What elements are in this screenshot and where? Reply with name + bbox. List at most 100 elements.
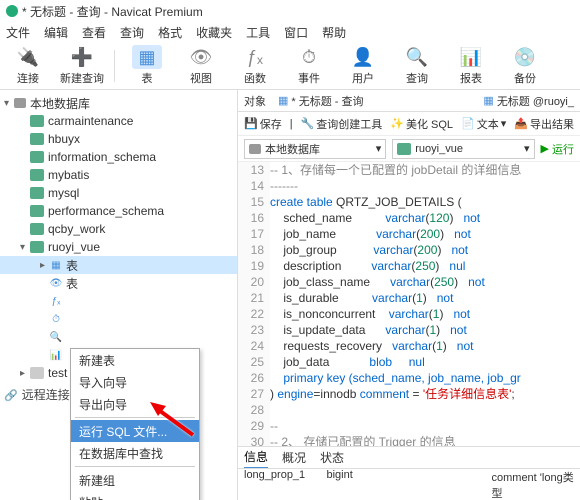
code-area[interactable]: -- 1、存储每一个已配置的 jobDetail 的详细信息 ------- c… [270,162,580,446]
menu-窗口[interactable]: 窗口 [284,24,308,41]
menu-查询[interactable]: 查询 [120,24,144,41]
editor-actions: 💾保存 | 🔧查询创建工具 ✨美化 SQL 📄文本▾ 📤导出结果 [238,112,580,136]
cm-粘贴[interactable]: 粘贴 [71,491,199,500]
cm-新建表[interactable]: 新建表 [71,349,199,371]
db-icon [30,241,44,253]
query-icon: ▦ [483,94,493,107]
export-icon: 📤 [514,117,528,130]
annotation-arrow [148,400,198,443]
cm-导入向导[interactable]: 导入向导 [71,371,199,393]
db-icon [30,223,44,235]
play-icon: ▶ [541,142,549,155]
tree-db-hbuyx[interactable]: hbuyx [0,130,237,148]
btab-概况[interactable]: 概况 [282,449,306,466]
tbl-icon: ▦ [50,259,62,271]
table-icon: ▦ [132,45,162,69]
menu-编辑[interactable]: 编辑 [44,24,68,41]
tree-db-carmaintenance[interactable]: carmaintenance [0,112,237,130]
sparkle-icon: ✨ [390,117,404,130]
link-icon: 🔗 [4,390,18,402]
tab-query-2[interactable]: ▦无标题 @ruoyi_ [483,93,574,109]
connection-selectors: 本地数据库▾ ruoyi_vue▾ ▶运行 [238,136,580,162]
cm-在数据库中查找[interactable]: 在数据库中查找 [71,442,199,464]
bottom-tabs: 信息概况状态 [238,446,580,468]
builder-icon: 🔧 [301,117,315,130]
clock-icon: ⏱ [297,45,321,69]
db-icon [30,187,44,199]
toolbar-备份[interactable]: 💿备份 [503,45,547,86]
menu-帮助[interactable]: 帮助 [322,24,346,41]
db-icon [30,205,44,217]
tree-child-0[interactable]: ▸▦表 [0,256,237,274]
sidebar: ▾本地数据库carmaintenancehbuyxinformation_sch… [0,90,238,500]
tree-db-ruoyi_vue[interactable]: ▾ruoyi_vue [0,238,237,256]
main-toolbar: 🔌连接➕新建查询 ▦表👁视图ƒₓ函数⏱事件👤用户🔍查询📊报表💿备份 [0,42,580,90]
toolbar-表[interactable]: ▦表 [125,45,169,86]
schema-select[interactable]: ruoyi_vue▾ [392,139,534,159]
content-area: 对象 ▦* 无标题 - 查询 ▦无标题 @ruoyi_ 💾保存 | 🔧查询创建工… [238,90,580,500]
search-icon: 🔍 [405,45,429,69]
beautify-button[interactable]: ✨美化 SQL [390,116,453,132]
menu-格式[interactable]: 格式 [158,24,182,41]
btab-状态[interactable]: 状态 [320,449,344,466]
tree-db-qcby_work[interactable]: qcby_work [0,220,237,238]
db-icon [30,367,44,379]
tree-db-information_schema[interactable]: information_schema [0,148,237,166]
run-button[interactable]: ▶运行 [541,141,574,157]
main-area: ▾本地数据库carmaintenancehbuyxinformation_sch… [0,90,580,500]
toolbar-事件[interactable]: ⏱事件 [287,45,331,86]
rpt-icon: 📊 [50,349,62,361]
toolbar-新建查询[interactable]: ➕新建查询 [60,45,104,86]
result-panel: long_prop_1bigintcomment 'long类型 long_pr… [238,468,580,500]
sql-editor[interactable]: 13 14 15 16 17 18 19 20 21 22 23 24 25 2… [238,162,580,446]
chevron-down-icon: ▾ [376,142,382,155]
toolbar-连接[interactable]: 🔌连接 [6,45,50,86]
tree-child-4[interactable]: 🔍 [0,328,237,346]
tree-db-mysql[interactable]: mysql [0,184,237,202]
menu-查看[interactable]: 查看 [82,24,106,41]
tree-db-performance_schema[interactable]: performance_schema [0,202,237,220]
query-icon: ▦ [278,94,288,107]
plug-icon [249,144,261,154]
menu-文件[interactable]: 文件 [6,24,30,41]
window-title: * 无标题 - 查询 - Navicat Premium [22,3,203,20]
tree-db-mybatis[interactable]: mybatis [0,166,237,184]
chevron-down-icon: ▾ [501,117,507,130]
menu-工具[interactable]: 工具 [246,24,270,41]
user-icon: 👤 [351,45,375,69]
text-button[interactable]: 📄文本▾ [461,116,506,132]
export-button[interactable]: 📤导出结果 [514,116,574,132]
toolbar-查询[interactable]: 🔍查询 [395,45,439,86]
cm-新建组[interactable]: 新建组 [71,469,199,491]
tree-root[interactable]: ▾本地数据库 [0,94,237,112]
db-icon [30,115,44,127]
query-builder-button[interactable]: 🔧查询创建工具 [301,116,383,132]
db-icon [397,143,411,155]
menu-bar: 文件编辑查看查询格式收藏夹工具窗口帮助 [0,22,580,42]
view-icon: 👁 [189,45,213,69]
plug-icon [14,98,26,108]
save-button[interactable]: 💾保存 [244,116,282,132]
database-select[interactable]: 本地数据库▾ [244,139,386,159]
evt-icon: ⏱ [50,313,62,325]
tab-query-1[interactable]: ▦* 无标题 - 查询 [278,93,364,109]
tree-child-3[interactable]: ⏱ [0,310,237,328]
fx-icon: ƒₓ [243,45,267,69]
app-icon [6,5,18,17]
backup-icon: 💿 [513,45,537,69]
toolbar-用户[interactable]: 👤用户 [341,45,385,86]
tab-objects[interactable]: 对象 [244,93,266,109]
view-icon: 👁 [50,277,62,289]
title-bar: * 无标题 - 查询 - Navicat Premium [0,0,580,22]
btab-信息[interactable]: 信息 [244,447,268,469]
db-icon [30,133,44,145]
tree-child-1[interactable]: 👁表 [0,274,237,292]
toolbar-函数[interactable]: ƒₓ函数 [233,45,277,86]
plug-icon: 🔌 [16,45,40,69]
toolbar-视图[interactable]: 👁视图 [179,45,223,86]
menu-收藏夹[interactable]: 收藏夹 [196,24,232,41]
save-icon: 💾 [244,117,258,130]
toolbar-报表[interactable]: 📊报表 [449,45,493,86]
tree-child-2[interactable]: ƒₓ [0,292,237,310]
plus-icon: ➕ [70,45,94,69]
